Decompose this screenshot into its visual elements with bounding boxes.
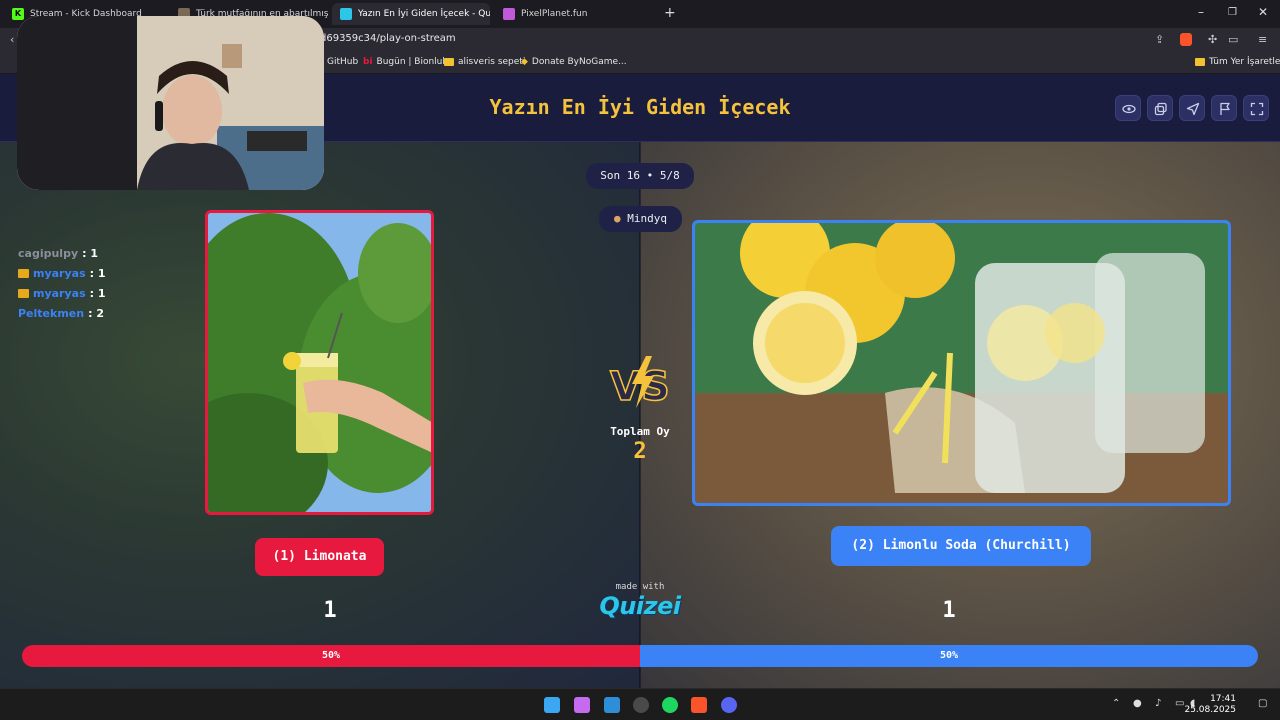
vote-share-left-label: 50%	[321, 650, 341, 661]
player-icon: ●	[614, 212, 621, 225]
send-button[interactable]	[1179, 95, 1205, 121]
new-tab-button[interactable]: +	[664, 5, 676, 21]
back-icon[interactable]: ‹	[10, 33, 14, 46]
send-icon	[1186, 102, 1200, 116]
screen: K Stream - Kick Dashboard Türk mutfağını…	[0, 0, 1280, 720]
option-left-name-button[interactable]: (1) Limonata	[255, 538, 384, 576]
fullscreen-icon	[1250, 102, 1264, 116]
menu-icon[interactable]: ≡	[1258, 33, 1267, 46]
total-votes-value: 2	[633, 439, 647, 464]
extensions-icon[interactable]: ✣	[1208, 33, 1217, 46]
brave-shield-icon[interactable]	[1180, 33, 1192, 46]
webcam-overlay	[17, 16, 324, 190]
quizei-logo[interactable]: Quizei	[580, 592, 700, 620]
chat-vote-3: myaryas : 1	[18, 287, 106, 300]
windows-taskbar: ⌃ ● ♪ ▭ ◖ 17:41 25.08.2025 ▢	[0, 688, 1280, 720]
share-icon[interactable]: ⇪	[1155, 33, 1164, 46]
sidebar-icon[interactable]: ▭	[1228, 33, 1238, 46]
vote-share-bar: 50% 50%	[22, 645, 1258, 667]
minimize-icon[interactable]: –	[1198, 5, 1204, 19]
chat-vote-2: myaryas : 1	[18, 267, 106, 280]
bookmark-alisveris[interactable]: alisveris sepeti	[444, 57, 525, 67]
folder-icon	[444, 58, 454, 66]
obs-icon[interactable]	[633, 697, 649, 713]
option-right-votes: 1	[942, 598, 956, 623]
notifications-icon[interactable]: ▢	[1258, 698, 1267, 709]
eye-button[interactable]	[1115, 95, 1141, 121]
flag-button[interactable]	[1211, 95, 1237, 121]
chat-vote-4: Peltekmen : 2	[18, 307, 104, 320]
quizei-icon	[340, 8, 352, 20]
webcam-feed	[17, 16, 324, 190]
total-votes-label: Toplam Oy	[610, 425, 670, 438]
option-right-name-button[interactable]: (2) Limonlu Soda (Churchill)	[831, 526, 1091, 566]
option-right-card[interactable]	[692, 220, 1231, 506]
restore-icon[interactable]: ❐	[1228, 7, 1237, 18]
lemon-soda-image	[695, 223, 1228, 503]
system-clock[interactable]: 17:41 25.08.2025	[1184, 694, 1236, 716]
player-badge: ● Mindyq	[599, 206, 682, 232]
vscode-icon[interactable]	[604, 697, 620, 713]
option-left-card[interactable]	[205, 210, 434, 515]
made-with-label: made with	[615, 582, 665, 592]
address-bar[interactable]: d69359c34/play-on-stream	[320, 33, 456, 44]
copilot-icon[interactable]	[574, 697, 590, 713]
discord-icon[interactable]	[721, 697, 737, 713]
tab-quizei[interactable]: Yazın En İyi Giden İçecek - Quizei ✕	[332, 3, 490, 25]
bookmark-donate[interactable]: ◆ Donate ByNoGame...	[521, 57, 627, 67]
spotify-icon[interactable]	[662, 697, 678, 713]
tray-app-icon[interactable]: ●	[1133, 698, 1142, 709]
bionluk-icon: bi	[363, 57, 373, 67]
fullscreen-button[interactable]	[1243, 95, 1269, 121]
vote-share-right-label: 50%	[939, 650, 959, 661]
vs-icon: VS	[609, 356, 671, 411]
tab-pixelplanet[interactable]: PixelPlanet.fun	[495, 3, 685, 25]
crown-icon	[18, 289, 29, 298]
copy-button[interactable]	[1147, 95, 1173, 121]
network-icon[interactable]: ▭	[1175, 698, 1184, 709]
close-window-icon[interactable]: ✕	[1258, 5, 1268, 19]
crown-icon	[18, 269, 29, 278]
bookmark-github[interactable]: GitHub	[327, 57, 358, 67]
folder-icon	[1195, 58, 1205, 66]
chat-vote-1: cagipulpy : 1	[18, 247, 98, 260]
eye-icon	[1122, 104, 1136, 114]
bookmark-all[interactable]: Tüm Yer İşaretleri	[1195, 57, 1280, 67]
round-indicator: Son 16 • 5/8	[586, 163, 694, 189]
windows-start-icon[interactable]	[544, 697, 560, 713]
copy-icon	[1154, 102, 1167, 116]
game-stage: Son 16 • 5/8 ● Mindyq cagipulpy : 1 myar…	[0, 142, 1280, 688]
bynogame-icon: ◆	[521, 57, 528, 67]
option-left-votes: 1	[323, 598, 337, 623]
microphone-icon[interactable]: ♪	[1155, 698, 1161, 709]
bookmark-bionluk[interactable]: bi Bugün | Bionluk	[363, 57, 448, 67]
brave-icon[interactable]	[691, 697, 707, 713]
tray-chevron-icon[interactable]: ⌃	[1112, 698, 1120, 709]
flag-icon	[1220, 102, 1230, 115]
kick-icon: K	[12, 8, 24, 20]
lemonade-image	[208, 213, 431, 512]
pixelplanet-icon	[503, 8, 515, 20]
